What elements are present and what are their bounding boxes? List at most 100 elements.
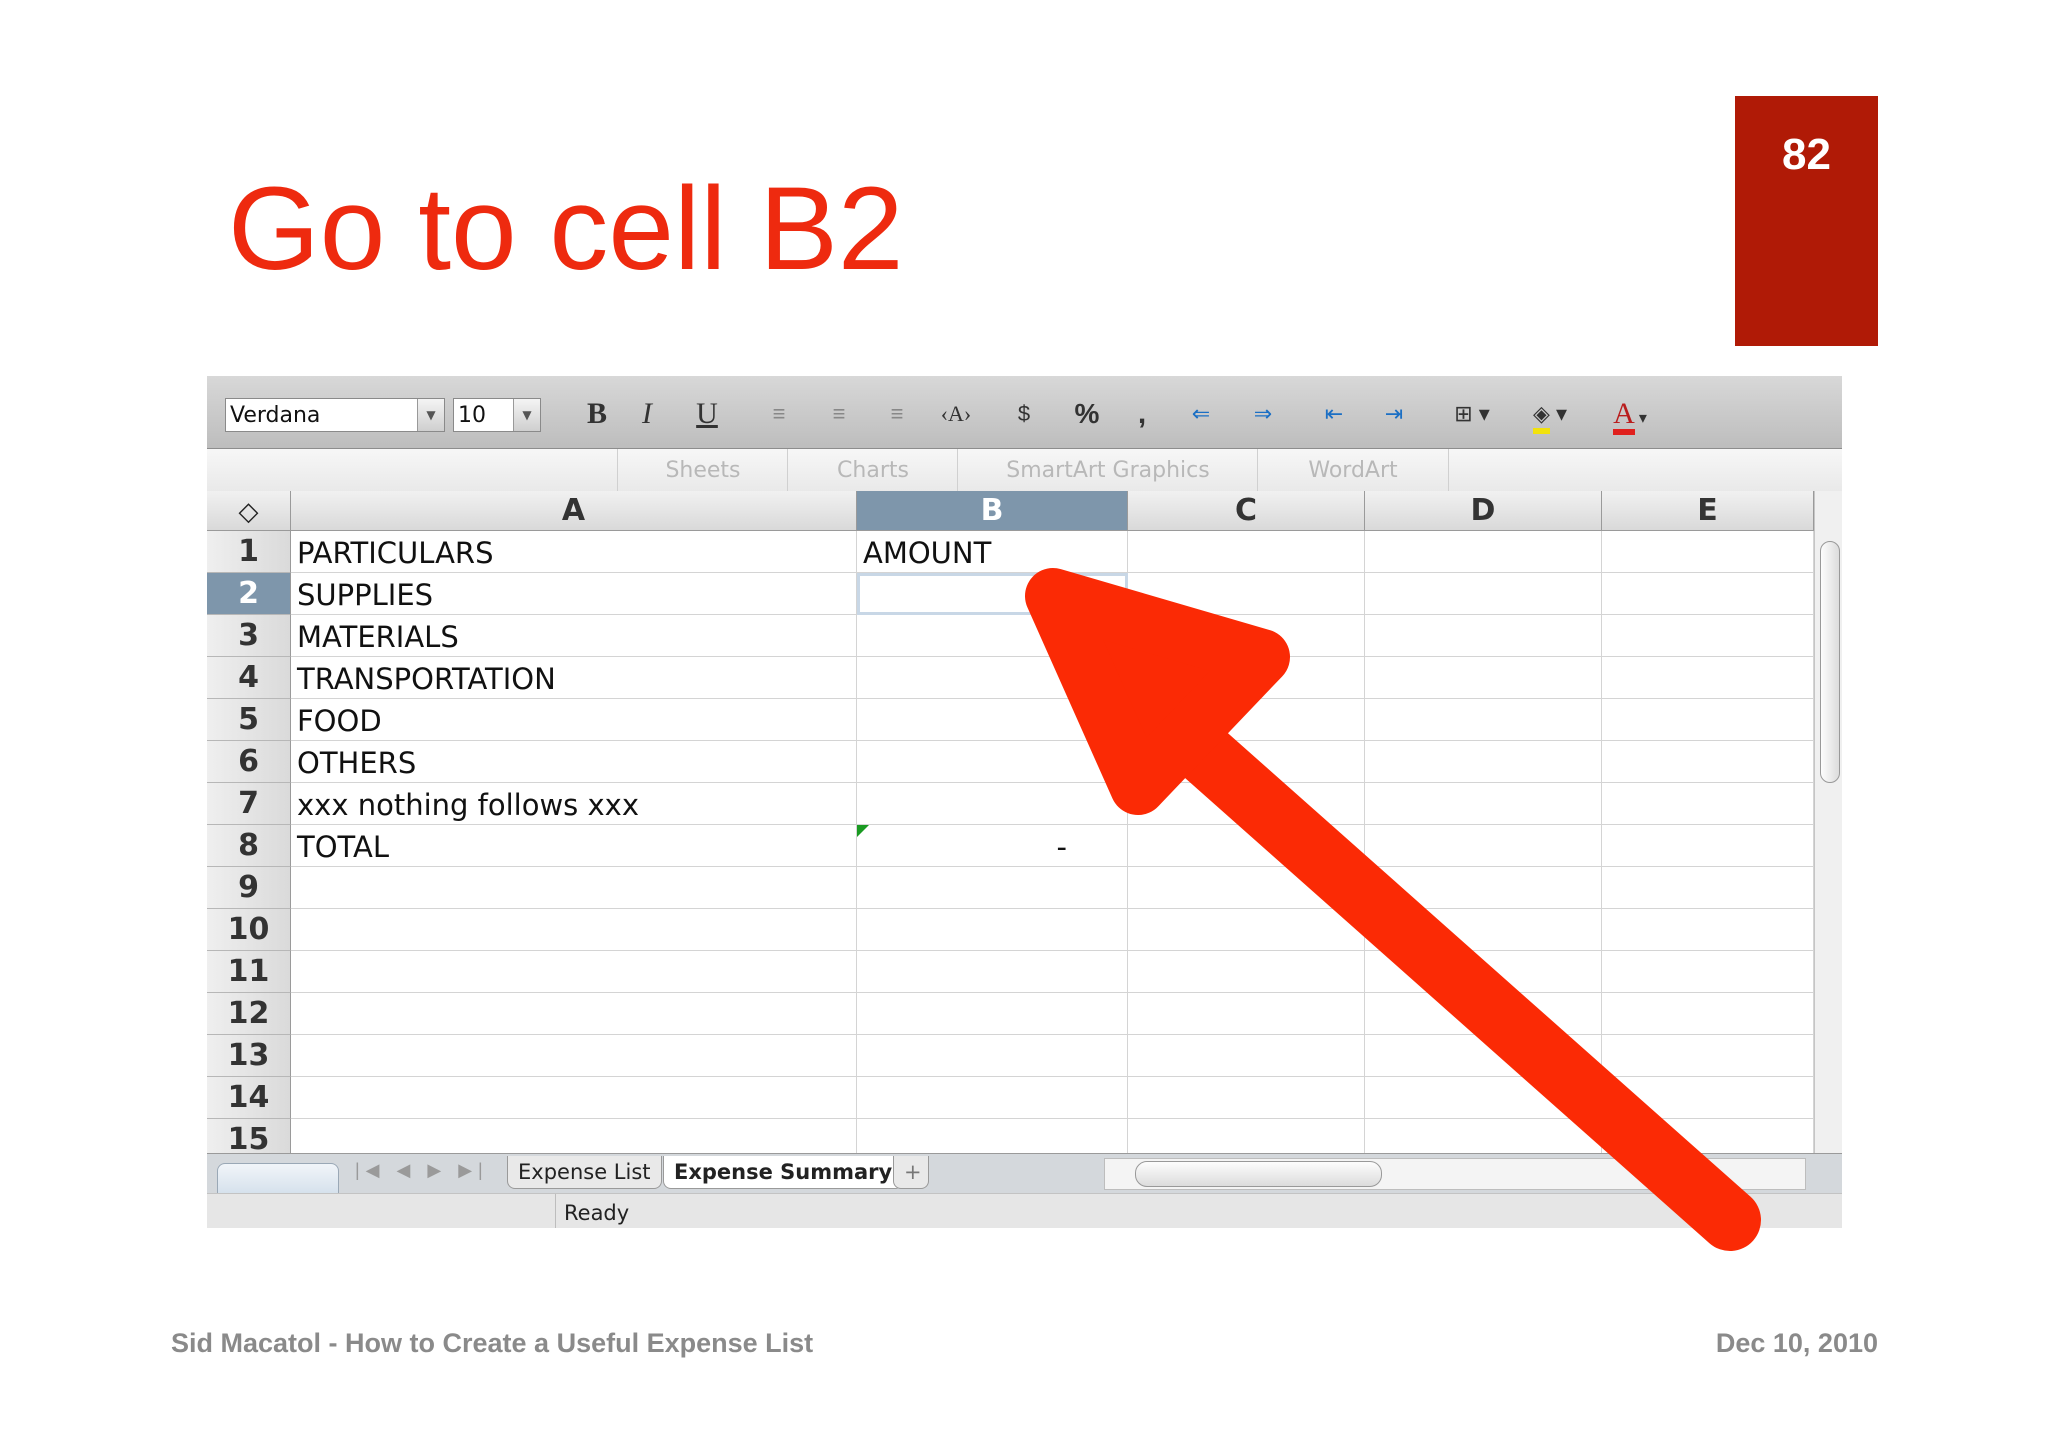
cell-e11[interactable] <box>1602 951 1814 993</box>
column-header-d[interactable]: D <box>1365 491 1602 531</box>
cell-a1[interactable]: PARTICULARS <box>291 531 857 573</box>
row-header-4[interactable]: 4 <box>207 657 291 699</box>
cell-c5[interactable] <box>1128 699 1365 741</box>
cell-d14[interactable] <box>1365 1077 1602 1119</box>
cell-c3[interactable] <box>1128 615 1365 657</box>
cell-e1[interactable] <box>1602 531 1814 573</box>
cell-e5[interactable] <box>1602 699 1814 741</box>
column-header-e[interactable]: E <box>1602 491 1814 531</box>
percent-button[interactable]: % <box>1067 394 1107 434</box>
cell-e10[interactable] <box>1602 909 1814 951</box>
fill-color-icon[interactable]: ◈ ▾ <box>1525 394 1575 434</box>
cell-a13[interactable] <box>291 1035 857 1077</box>
cell-a7[interactable]: xxx nothing follows xxx <box>291 783 857 825</box>
cell-d8[interactable] <box>1365 825 1602 867</box>
increase-indent-icon[interactable]: ⇥ <box>1372 394 1416 434</box>
cell-b10[interactable] <box>857 909 1128 951</box>
cell-e2[interactable] <box>1602 573 1814 615</box>
select-all-corner[interactable]: ◇ <box>207 491 291 531</box>
cell-c12[interactable] <box>1128 993 1365 1035</box>
increase-decimal-icon[interactable]: ⇐ <box>1179 394 1223 434</box>
cell-a5[interactable]: FOOD <box>291 699 857 741</box>
cell-a3[interactable]: MATERIALS <box>291 615 857 657</box>
cell-b12[interactable] <box>857 993 1128 1035</box>
chevron-down-icon[interactable]: ▼ <box>417 399 444 431</box>
italic-button[interactable]: I <box>627 394 667 434</box>
row-header-6[interactable]: 6 <box>207 741 291 783</box>
cell-b11[interactable] <box>857 951 1128 993</box>
row-header-14[interactable]: 14 <box>207 1077 291 1119</box>
cell-c7[interactable] <box>1128 783 1365 825</box>
cell-c8[interactable] <box>1128 825 1365 867</box>
row-header-5[interactable]: 5 <box>207 699 291 741</box>
cell-a14[interactable] <box>291 1077 857 1119</box>
cell-c6[interactable] <box>1128 741 1365 783</box>
cell-b4[interactable] <box>857 657 1128 699</box>
sheet-tab-expense-list[interactable]: Expense List <box>507 1156 662 1189</box>
ribbon-tab-charts[interactable]: Charts <box>787 449 958 491</box>
cell-d1[interactable] <box>1365 531 1602 573</box>
vertical-scrollbar[interactable] <box>1814 491 1842 1153</box>
underline-button[interactable]: U <box>687 394 727 434</box>
row-header-2[interactable]: 2 <box>207 573 291 615</box>
column-header-c[interactable]: C <box>1128 491 1365 531</box>
comma-style-button[interactable]: , <box>1127 394 1157 434</box>
cell-b13[interactable] <box>857 1035 1128 1077</box>
font-name-select[interactable]: Verdana ▼ <box>225 398 445 432</box>
cell-d3[interactable] <box>1365 615 1602 657</box>
cell-e14[interactable] <box>1602 1077 1814 1119</box>
ribbon-tab-sheets[interactable]: Sheets <box>617 449 788 491</box>
cell-a8[interactable]: TOTAL <box>291 825 857 867</box>
cell-c4[interactable] <box>1128 657 1365 699</box>
row-header-3[interactable]: 3 <box>207 615 291 657</box>
cell-e12[interactable] <box>1602 993 1814 1035</box>
scrollbar-thumb[interactable] <box>1820 541 1840 783</box>
row-header-11[interactable]: 11 <box>207 951 291 993</box>
cell-c13[interactable] <box>1128 1035 1365 1077</box>
cell-a6[interactable]: OTHERS <box>291 741 857 783</box>
ribbon-tab-smartart[interactable]: SmartArt Graphics <box>957 449 1258 491</box>
row-header-13[interactable]: 13 <box>207 1035 291 1077</box>
borders-icon[interactable]: ⊞ ▾ <box>1447 394 1497 434</box>
sheet-tab-expense-summary[interactable]: Expense Summary <box>663 1156 904 1189</box>
row-header-8[interactable]: 8 <box>207 825 291 867</box>
align-right-icon[interactable]: ≡ <box>877 394 917 434</box>
cell-d4[interactable] <box>1365 657 1602 699</box>
cell-d11[interactable] <box>1365 951 1602 993</box>
font-size-select[interactable]: 10 ▼ <box>453 398 541 432</box>
align-left-icon[interactable]: ≡ <box>759 394 799 434</box>
row-header-12[interactable]: 12 <box>207 993 291 1035</box>
cell-d12[interactable] <box>1365 993 1602 1035</box>
cell-a2[interactable]: SUPPLIES <box>291 573 857 615</box>
cell-b9[interactable] <box>857 867 1128 909</box>
currency-icon[interactable]: $ <box>1002 394 1046 434</box>
cell-e8[interactable] <box>1602 825 1814 867</box>
cell-b7[interactable] <box>857 783 1128 825</box>
cell-e6[interactable] <box>1602 741 1814 783</box>
cell-c14[interactable] <box>1128 1077 1365 1119</box>
font-color-button[interactable]: A ▾ <box>1603 394 1657 435</box>
cell-c1[interactable] <box>1128 531 1365 573</box>
decrease-indent-icon[interactable]: ⇤ <box>1312 394 1356 434</box>
column-header-b[interactable]: B <box>857 491 1128 531</box>
ribbon-tab-wordart[interactable]: WordArt <box>1257 449 1449 491</box>
cell-d5[interactable] <box>1365 699 1602 741</box>
bold-button[interactable]: B <box>577 394 617 434</box>
cell-c10[interactable] <box>1128 909 1365 951</box>
cell-e13[interactable] <box>1602 1035 1814 1077</box>
cell-b2[interactable] <box>857 573 1128 615</box>
cell-a9[interactable] <box>291 867 857 909</box>
cell-d7[interactable] <box>1365 783 1602 825</box>
cell-b6[interactable] <box>857 741 1128 783</box>
cell-a4[interactable]: TRANSPORTATION <box>291 657 857 699</box>
cell-e4[interactable] <box>1602 657 1814 699</box>
column-header-a[interactable]: A <box>291 491 857 531</box>
cell-a12[interactable] <box>291 993 857 1035</box>
add-sheet-button[interactable]: + <box>893 1156 929 1189</box>
cell-e9[interactable] <box>1602 867 1814 909</box>
decrease-decimal-icon[interactable]: ⇒ <box>1241 394 1285 434</box>
chevron-down-icon[interactable]: ▼ <box>513 399 540 431</box>
cell-e3[interactable] <box>1602 615 1814 657</box>
row-header-9[interactable]: 9 <box>207 867 291 909</box>
cell-d13[interactable] <box>1365 1035 1602 1077</box>
